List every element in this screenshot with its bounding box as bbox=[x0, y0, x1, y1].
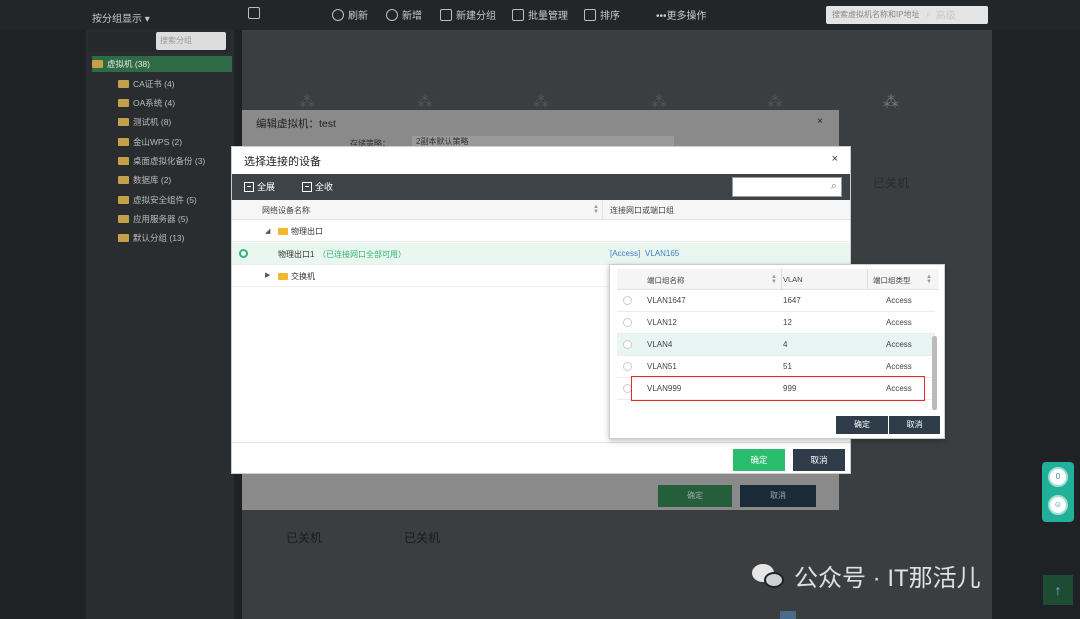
folder-icon bbox=[118, 99, 129, 107]
folder-icon bbox=[278, 273, 288, 280]
close-icon[interactable]: × bbox=[832, 153, 838, 165]
vm-status: 已关机 bbox=[286, 531, 323, 545]
plus-icon bbox=[386, 8, 398, 21]
wechat-icon bbox=[752, 562, 786, 590]
annotation-highlight-box bbox=[631, 376, 925, 401]
tree-row-physical-exit-1[interactable]: 物理出口1 （已连接网口全部可用） [Access] VLAN165 bbox=[232, 243, 850, 265]
sort-icon[interactable]: ▲ ▼ bbox=[771, 274, 777, 285]
ok-button[interactable]: 确定 bbox=[733, 449, 785, 471]
tree-row-physical-exit-folder[interactable]: ◢ 物理出口 bbox=[232, 220, 850, 242]
folder-icon bbox=[92, 60, 103, 68]
vm-status: 已关机 bbox=[404, 531, 441, 545]
pagination-current[interactable] bbox=[780, 611, 796, 619]
sidebar-title[interactable]: 按分组显示 ▾ bbox=[92, 10, 150, 25]
more-actions-button[interactable]: •••更多操作 bbox=[656, 7, 707, 22]
column-device-name[interactable]: 网络设备名称 bbox=[262, 205, 310, 216]
scrollbar[interactable] bbox=[932, 336, 937, 410]
column-port-group: 连接网口或端口组 bbox=[610, 206, 674, 215]
sidebar-item-group[interactable]: 默认分组 (13) bbox=[118, 230, 184, 246]
folder-plus-icon bbox=[440, 8, 452, 21]
app-topbar: 刷新 新增 新建分组 批量管理 排序 •••更多操作 搜索虚拟机名称和IP地址 … bbox=[0, 0, 1080, 30]
search-scope-select[interactable]: ⌕ 高级 bbox=[926, 7, 956, 22]
vm-status: 已关机 bbox=[873, 176, 910, 190]
grid-icon bbox=[248, 7, 260, 19]
sidebar-item-group[interactable]: 金山WPS (2) bbox=[118, 134, 182, 150]
view-toggle[interactable] bbox=[248, 7, 260, 19]
sidebar-item-group[interactable]: 应用服务器 (5) bbox=[118, 211, 188, 227]
column-port-group-type[interactable]: 端口组类型 bbox=[873, 275, 911, 286]
back-to-top-button[interactable]: ↑ bbox=[1043, 575, 1073, 605]
caret-down-icon[interactable]: ◢ bbox=[265, 227, 270, 235]
sidebar-item-group[interactable]: CA证书 (4) bbox=[118, 76, 175, 92]
sort-button[interactable]: 排序 bbox=[584, 7, 620, 22]
refresh-icon bbox=[332, 8, 344, 21]
list-icon bbox=[512, 8, 524, 21]
folder-icon bbox=[118, 138, 129, 146]
folder-icon bbox=[118, 176, 129, 184]
caret-right-icon[interactable]: ▶ bbox=[265, 271, 270, 279]
device-search-input[interactable]: ⌕ bbox=[732, 177, 842, 197]
edit-ok-button[interactable]: 确定 bbox=[658, 485, 732, 507]
port-group-row[interactable]: VLAN12 12 Access bbox=[617, 312, 935, 334]
sidebar-item-root[interactable]: 虚拟机 (38) bbox=[92, 56, 232, 72]
row-radio[interactable] bbox=[623, 296, 632, 305]
port-group-value[interactable]: VLAN165 bbox=[645, 249, 679, 258]
folder-icon bbox=[278, 228, 288, 235]
port-group-row[interactable]: VLAN51 51 Access bbox=[617, 356, 935, 378]
dialog-footer: 确定 取消 bbox=[232, 442, 850, 474]
cancel-button[interactable]: 取消 bbox=[793, 449, 845, 471]
folder-icon bbox=[118, 80, 129, 88]
collapse-icon bbox=[302, 181, 312, 192]
folder-icon bbox=[118, 118, 129, 126]
vm-icon: ⁂ bbox=[883, 94, 899, 111]
column-vlan[interactable]: VLAN bbox=[783, 275, 803, 284]
sidebar-item-group[interactable]: 虚拟安全组件 (5) bbox=[118, 192, 197, 208]
port-group-row[interactable]: VLAN4 4 Access bbox=[617, 334, 935, 356]
service-icon[interactable]: ☺ bbox=[1048, 495, 1068, 515]
search-icon: ⌕ bbox=[830, 180, 837, 192]
device-table-header: 网络设备名称 ▲ ▼ 连接网口或端口组 bbox=[232, 200, 850, 220]
vm-search-input[interactable]: 搜索虚拟机名称和IP地址 bbox=[826, 6, 988, 24]
row-radio[interactable] bbox=[623, 318, 632, 327]
expand-all-button[interactable]: 全展 bbox=[244, 180, 275, 193]
port-group-table-header: 端口组名称 ▲ ▼ VLAN 端口组类型 ▲ ▼ bbox=[617, 269, 939, 290]
refresh-button[interactable]: 刷新 bbox=[332, 7, 368, 22]
new-group-button[interactable]: 新建分组 bbox=[440, 7, 496, 22]
search-icon: ⌕ bbox=[926, 9, 932, 20]
popup-ok-button[interactable]: 确定 bbox=[836, 416, 888, 434]
port-availability-note: （已连接网口全部可用） bbox=[318, 250, 406, 259]
row-radio[interactable] bbox=[623, 340, 632, 349]
port-group-row[interactable]: VLAN1647 1647 Access bbox=[617, 290, 935, 312]
sidebar-item-group[interactable]: 桌面虚拟化备份 (3) bbox=[118, 153, 205, 169]
folder-icon bbox=[118, 196, 129, 204]
sort-icon[interactable]: ▲ ▼ bbox=[593, 204, 599, 215]
edit-cancel-button[interactable]: 取消 bbox=[740, 485, 816, 507]
batch-manage-button[interactable]: 批量管理 bbox=[512, 7, 568, 22]
collapse-all-button[interactable]: 全收 bbox=[302, 180, 333, 193]
column-port-group-name[interactable]: 端口组名称 bbox=[647, 275, 685, 286]
sidebar-item-group[interactable]: OA系统 (4) bbox=[118, 95, 175, 111]
dialog-title: 选择连接的设备 bbox=[244, 156, 321, 168]
port-type-value[interactable]: [Access] bbox=[610, 249, 640, 258]
port-group-dropdown: 端口组名称 ▲ ▼ VLAN 端口组类型 ▲ ▼ VLAN1647 1647 Acc… bbox=[609, 264, 945, 439]
sort-icon bbox=[584, 8, 596, 21]
close-icon[interactable]: × bbox=[817, 116, 823, 127]
folder-icon bbox=[118, 215, 129, 223]
assistant-widget[interactable]: 0 ☺ bbox=[1042, 462, 1074, 522]
sidebar-item-group[interactable]: 测试机 (8) bbox=[118, 114, 171, 130]
row-radio[interactable] bbox=[623, 362, 632, 371]
watermark: 公众号 · IT那活儿 bbox=[752, 558, 981, 593]
folder-icon bbox=[118, 157, 129, 165]
notification-badge[interactable]: 0 bbox=[1048, 467, 1068, 487]
popup-cancel-button[interactable]: 取消 bbox=[889, 416, 940, 434]
selected-radio[interactable] bbox=[239, 249, 248, 258]
edit-vm-dialog-title: 编辑虚拟机：test bbox=[256, 118, 336, 130]
sidebar-item-group[interactable]: 数据库 (2) bbox=[118, 172, 171, 188]
folder-icon bbox=[118, 234, 129, 242]
sort-icon[interactable]: ▲ ▼ bbox=[926, 274, 932, 285]
add-button[interactable]: 新增 bbox=[386, 7, 422, 22]
expand-icon bbox=[244, 181, 254, 192]
group-search-input[interactable]: 搜索分组 bbox=[156, 32, 226, 50]
